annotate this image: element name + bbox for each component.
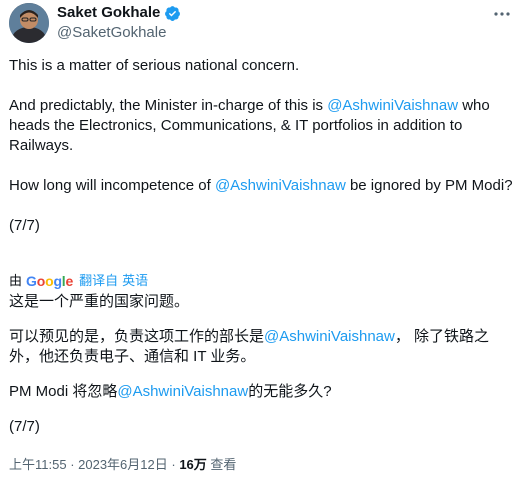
views-label[interactable]: 查看 xyxy=(207,457,236,472)
zh-line-3-pre: PM Modi 将忽略 xyxy=(9,383,118,400)
tweet-line-3-pre: How long will incompetence of xyxy=(9,177,215,194)
tweet-line-2-pre: And predictably, the Minister in-charge … xyxy=(9,97,328,114)
separator: · xyxy=(167,457,180,472)
tweet-text: This is a matter of serious national con… xyxy=(9,56,515,236)
author-handle[interactable]: @SaketGokhale xyxy=(57,24,166,42)
avatar[interactable] xyxy=(9,3,49,43)
avatar-image xyxy=(9,3,49,43)
translated-text: 这是一个严重的国家问题。 可以预见的是，负责这项工作的部长是@AshwiniVa… xyxy=(9,292,515,437)
translated-by-label: 由 xyxy=(9,273,23,288)
tweet-page-counter: (7/7) xyxy=(9,217,40,234)
tweet-metadata: 上午11:55 · 2023年6月12日 · 16万 查看 xyxy=(9,457,236,473)
mention-link[interactable]: @AshwiniVaishnaw xyxy=(117,383,248,400)
zh-page-counter: (7/7) xyxy=(9,418,40,435)
mention-link[interactable]: @AshwiniVaishnaw xyxy=(327,97,458,114)
zh-line-2: 可以预见的是，负责这项工作的部长是@AshwiniVaishnaw， 除了铁路之… xyxy=(9,327,515,367)
tweet-date[interactable]: 2023年6月12日 xyxy=(78,457,168,472)
zh-line-3: PM Modi 将忽略@AshwiniVaishnaw的无能多久? xyxy=(9,382,515,402)
translation-attribution: 由 Google 翻译自 英语 xyxy=(9,273,148,289)
author-row: Saket Gokhale xyxy=(57,4,181,22)
views-count[interactable]: 16万 xyxy=(179,457,206,472)
google-logo: Google xyxy=(26,273,74,289)
tweet-line-2: And predictably, the Minister in-charge … xyxy=(9,96,515,156)
zh-line-2-pre: 可以预见的是，负责这项工作的部长是 xyxy=(9,328,265,345)
source-language-link[interactable]: 英语 xyxy=(122,273,148,289)
mention-link[interactable]: @AshwiniVaishnaw xyxy=(264,328,395,345)
separator: · xyxy=(66,457,79,472)
author-name[interactable]: Saket Gokhale xyxy=(57,4,160,22)
translated-from-link[interactable]: 翻译自 xyxy=(79,273,118,289)
more-horizontal-icon[interactable] xyxy=(493,5,511,28)
tweet-line-3-post: be ignored by PM Modi? xyxy=(345,177,513,194)
tweet-time[interactable]: 上午11:55 xyxy=(9,457,67,472)
zh-line-3-post: 的无能多久? xyxy=(248,383,332,400)
tweet-line-1: This is a matter of serious national con… xyxy=(9,57,300,74)
mention-link[interactable]: @AshwiniVaishnaw xyxy=(215,177,346,194)
tweet-line-3: How long will incompetence of @AshwiniVa… xyxy=(9,176,515,196)
more-dots-icon xyxy=(494,12,510,16)
zh-line-1: 这是一个严重的国家问题。 xyxy=(9,293,190,310)
verified-badge-icon[interactable] xyxy=(164,5,181,22)
